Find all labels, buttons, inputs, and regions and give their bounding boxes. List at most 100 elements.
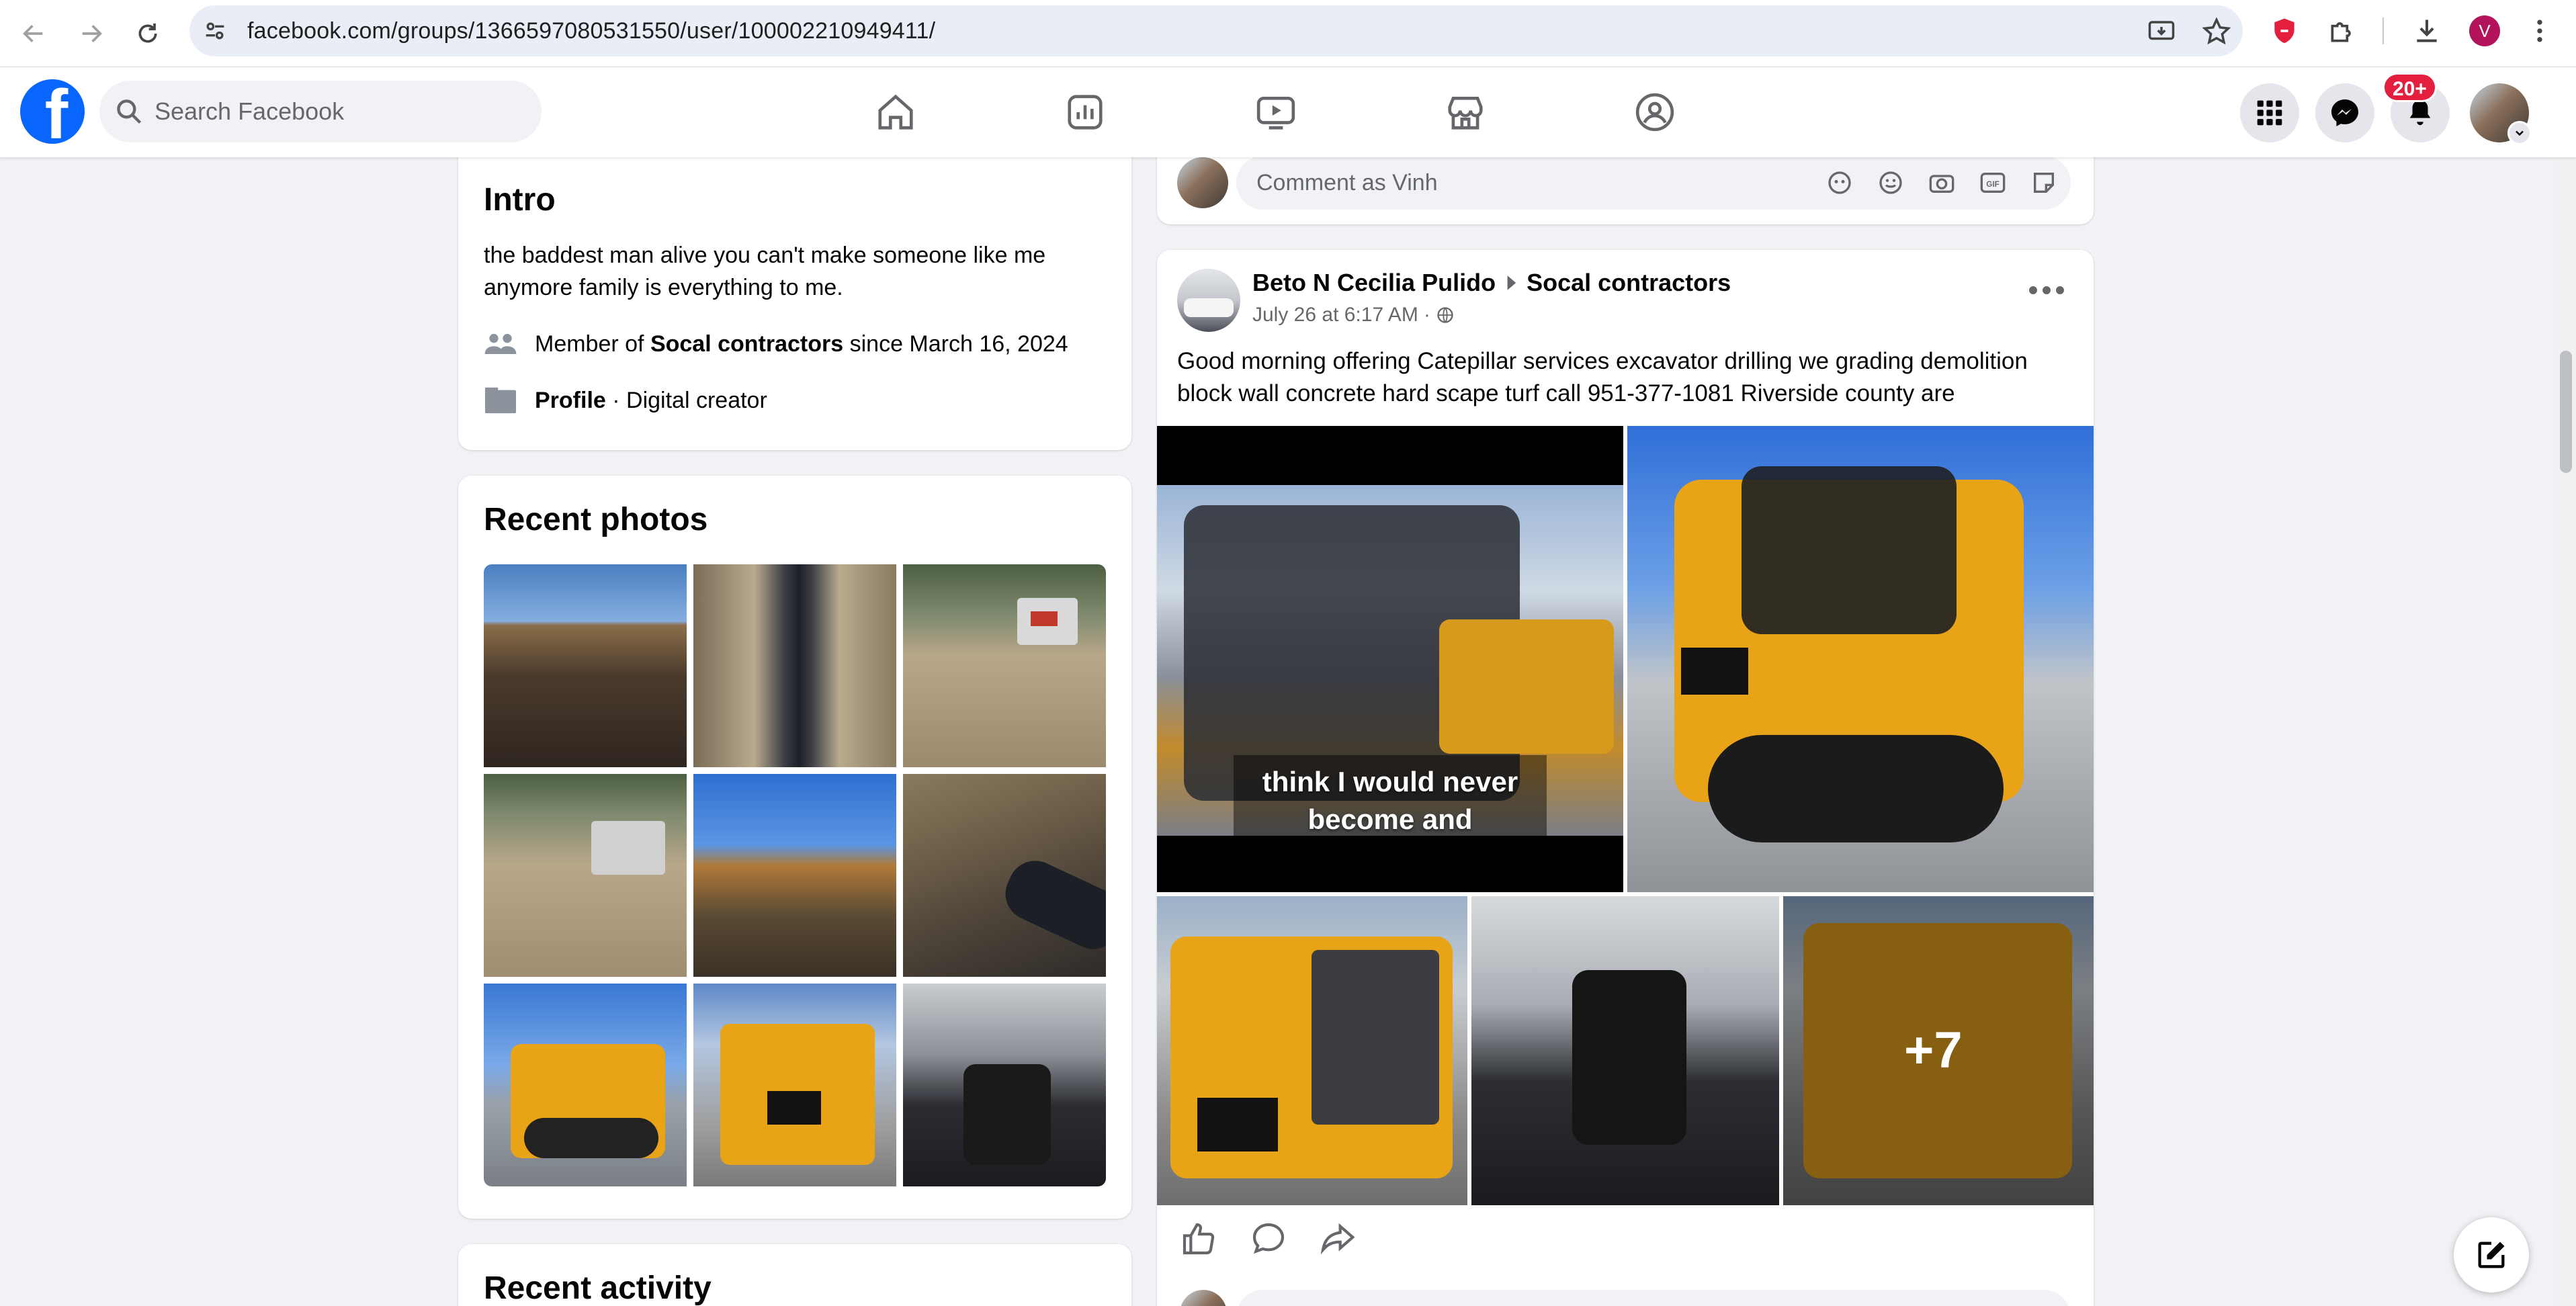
recent-photo-9[interactable] — [903, 984, 1106, 1186]
post-group-name[interactable]: Socal contractors — [1527, 269, 1731, 297]
member-group-link[interactable]: Socal contractors — [650, 331, 843, 357]
groups-icon — [1635, 93, 1674, 132]
member-suffix: since March 16, 2024 — [843, 331, 1068, 357]
seat-shape — [1572, 970, 1686, 1145]
commenter-avatar — [1177, 157, 1228, 208]
new-message-button[interactable] — [2454, 1217, 2529, 1293]
messenger-icon — [2331, 99, 2358, 126]
cat-logo-shape — [1197, 1098, 1278, 1151]
bookmark-star-icon[interactable] — [2202, 17, 2231, 46]
excavator-shape — [591, 821, 665, 875]
extensions-puzzle-icon[interactable] — [2323, 12, 2361, 50]
scrollbar-thumb[interactable] — [2560, 351, 2572, 473]
facebook-logo-icon[interactable]: f — [20, 79, 85, 144]
post-options-button[interactable] — [2028, 284, 2065, 300]
recent-photo-7[interactable] — [484, 984, 687, 1186]
recent-activity-card: Recent activity — [458, 1244, 1131, 1306]
post-author-avatar[interactable] — [1177, 269, 1240, 332]
excavator-accent — [1031, 611, 1058, 626]
comment-input[interactable]: Comment as Vinh GIF — [1236, 156, 2071, 210]
globe-icon — [1437, 307, 1453, 323]
search-input[interactable]: Search Facebook — [99, 81, 542, 142]
comment-placeholder: Comment as Vinh — [1256, 170, 1438, 195]
notifications-badge: 20+ — [2382, 73, 2437, 102]
svg-text:GIF: GIF — [1986, 180, 1999, 189]
toolbar-divider — [2382, 17, 2384, 44]
back-button[interactable] — [15, 15, 52, 52]
comment-input-2[interactable] — [1236, 1290, 2071, 1306]
downloads-icon[interactable] — [2408, 12, 2446, 50]
recent-photo-5[interactable] — [693, 774, 896, 977]
video-caption-line-1: think I would never — [1262, 766, 1518, 797]
video-tab[interactable] — [1251, 87, 1301, 137]
post-photo-3[interactable] — [1471, 896, 1779, 1205]
home-tab[interactable] — [871, 87, 920, 137]
video-icon — [1256, 97, 1295, 130]
post-text: Good morning offering Catepillar service… — [1177, 348, 2028, 406]
recent-photo-4[interactable] — [484, 774, 687, 977]
recent-photo-1[interactable] — [484, 564, 687, 767]
address-bar[interactable]: facebook.com/groups/1366597080531550/use… — [189, 5, 2243, 56]
url-text: facebook.com/groups/1366597080531550/use… — [247, 18, 936, 44]
camera-icon[interactable] — [1928, 169, 1955, 196]
recent-photos-title: Recent photos — [484, 502, 708, 537]
engine-door-shape — [1312, 950, 1439, 1125]
marketplace-tab[interactable] — [1441, 87, 1490, 137]
browser-chrome: facebook.com/groups/1366597080531550/use… — [0, 0, 2576, 67]
reload-button[interactable] — [129, 15, 167, 52]
track-shape — [1708, 735, 2004, 842]
forward-button[interactable] — [73, 15, 110, 52]
gaming-tab[interactable] — [1630, 87, 1680, 137]
extension-shield-icon[interactable] — [2266, 12, 2303, 50]
recent-photo-3[interactable] — [903, 564, 1106, 767]
arrow-right-icon — [82, 25, 102, 42]
post-author-name[interactable]: Beto N Cecilia Pulido — [1252, 269, 1496, 297]
site-info-icon[interactable] — [202, 17, 228, 44]
post-photo-2[interactable] — [1157, 896, 1467, 1205]
chevron-down-icon[interactable] — [2507, 121, 2532, 145]
comment-icon[interactable] — [1250, 1220, 1287, 1258]
profile-separator: · — [605, 387, 627, 413]
track-shape — [524, 1118, 658, 1158]
recent-photo-8[interactable] — [693, 984, 896, 1186]
post-video[interactable]: think I would never become and — [1157, 426, 1623, 892]
cab-shape — [1742, 466, 1957, 634]
bar-chart-icon — [1068, 95, 1103, 130]
intro-bio: the baddest man alive you can't make som… — [484, 243, 1046, 300]
groups-feed-tab[interactable] — [1060, 87, 1110, 137]
post-time[interactable]: July 26 at 6:17 AM — [1252, 304, 1418, 326]
intro-member-row: Member of Socal contractors since March … — [484, 331, 1068, 357]
page-scrollbar[interactable] — [2556, 157, 2576, 1306]
seat-shape — [963, 1064, 1051, 1165]
facebook-top-bar: f Search Facebook 20+ — [0, 67, 2576, 157]
share-icon[interactable] — [1318, 1220, 1356, 1258]
profile-type: Digital creator — [626, 387, 767, 413]
post-photo-1[interactable] — [1627, 426, 2094, 892]
sticker-icon[interactable] — [2030, 169, 2057, 196]
menu-grid-button[interactable] — [2240, 83, 2299, 142]
emoji-icon[interactable] — [1877, 169, 1904, 196]
recent-photo-6[interactable] — [903, 774, 1106, 977]
intro-profile-row: Profile · Digital creator — [484, 387, 767, 414]
post-header: Beto N Cecilia Pulido Socal contractors — [1252, 269, 1731, 297]
cat-logo-shape — [767, 1091, 821, 1125]
post-meta-dot: · — [1423, 304, 1430, 326]
profile-avatar-button[interactable]: V — [2466, 12, 2503, 50]
messenger-button[interactable] — [2315, 83, 2374, 142]
post-photo-more[interactable]: +7 — [1783, 896, 2094, 1205]
arm-shape — [1439, 619, 1614, 754]
recent-photos-card: Recent photos — [458, 476, 1131, 1219]
browser-menu-icon[interactable] — [2521, 12, 2559, 50]
members-icon — [484, 331, 517, 357]
post-meta: July 26 at 6:17 AM · — [1252, 304, 1455, 326]
avatar-sticker-icon[interactable] — [1826, 169, 1853, 196]
compose-icon — [2478, 1242, 2505, 1268]
grid-icon — [2257, 100, 2282, 126]
gif-icon[interactable]: GIF — [1979, 169, 2006, 196]
like-icon[interactable] — [1180, 1220, 1217, 1258]
profile-category-icon — [484, 387, 517, 414]
recent-activity-title: Recent activity — [484, 1270, 712, 1306]
arrow-left-icon — [23, 25, 43, 42]
recent-photo-2[interactable] — [693, 564, 896, 767]
install-app-icon[interactable] — [2147, 17, 2176, 46]
